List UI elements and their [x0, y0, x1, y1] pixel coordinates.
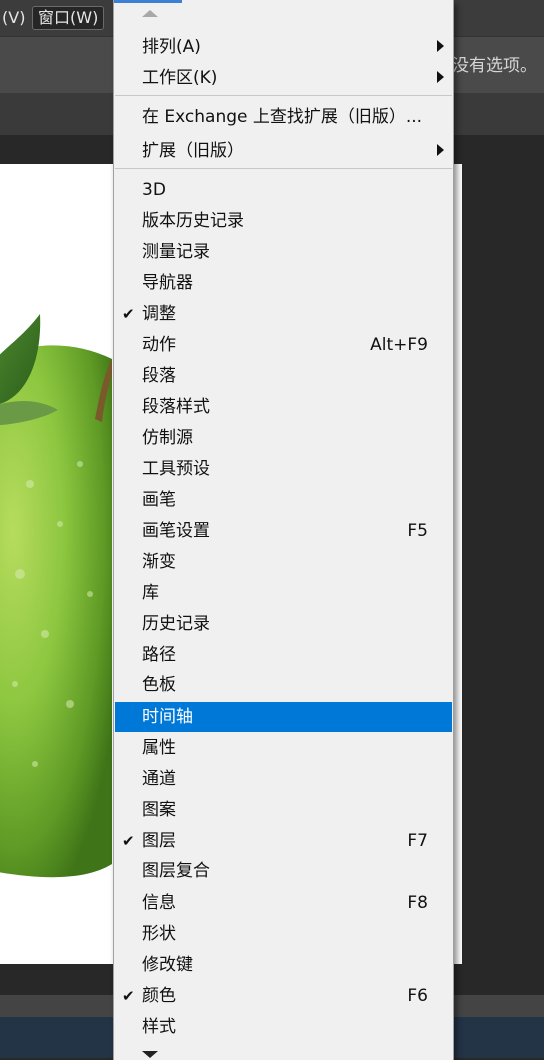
window-menu-dropdown: 排列(A) 工作区(K) 在 Exchange 上查找扩展（旧版）... 扩展（旧版）…	[113, 0, 454, 1060]
menu-item-label: 色板	[142, 675, 176, 695]
menu-item[interactable]: 图案	[115, 795, 452, 825]
menu-item-label: 时间轴	[142, 707, 193, 727]
checkmark-icon: ✔	[122, 832, 135, 850]
menu-item[interactable]: 时间轴	[115, 702, 452, 732]
menu-item-label: 画笔	[142, 490, 176, 510]
menu-item[interactable]: 画笔设置 F5	[115, 516, 452, 546]
menu-view[interactable]: (V)	[0, 6, 29, 30]
menu-item-label: 图案	[142, 800, 176, 820]
menu-item[interactable]: 在 Exchange 上查找扩展（旧版）...	[115, 102, 452, 132]
menu-item-label: 排列(A)	[142, 37, 201, 57]
menu-item[interactable]: 3D	[115, 175, 452, 205]
menu-item[interactable]: ✔ 调整	[115, 299, 452, 329]
menu-item-label: 段落	[142, 366, 176, 386]
menu-item-label: 版本历史记录	[142, 211, 244, 231]
submenu-arrow-icon	[437, 71, 444, 83]
menu-separator	[115, 95, 452, 96]
menu-item-label: 图层复合	[142, 861, 210, 881]
menu-item-label: 库	[142, 583, 159, 603]
menu-item-label: 样式	[142, 1017, 176, 1037]
menu-item[interactable]: 排列(A)	[115, 32, 452, 62]
menu-item[interactable]: 工作区(K)	[115, 63, 452, 93]
menu-item-label: 修改键	[142, 955, 193, 975]
menu-item-label: 属性	[142, 738, 176, 758]
menu-item[interactable]: 通道	[115, 764, 452, 794]
menu-separator	[115, 168, 452, 169]
submenu-arrow-icon	[437, 40, 444, 52]
menu-item[interactable]: 动作 Alt+F9	[115, 330, 452, 360]
menu-item-label: 渐变	[142, 552, 176, 572]
menu-item-shortcut: F8	[407, 893, 428, 913]
menu-item-label: 信息	[142, 893, 176, 913]
menu-item-label: 图层	[142, 831, 176, 851]
checkmark-icon: ✔	[122, 305, 135, 323]
menu-item[interactable]: 仿制源	[115, 423, 452, 453]
menu-item-label: 通道	[142, 769, 176, 789]
menu-item-label: 画笔设置	[142, 521, 210, 541]
menu-item[interactable]: 修改键	[115, 950, 452, 980]
menu-item-label: 测量记录	[142, 242, 210, 262]
menu-item[interactable]: 图层复合	[115, 856, 452, 886]
menu-item[interactable]: 导航器	[115, 268, 452, 298]
menu-item-label: 扩展（旧版）	[142, 141, 244, 161]
checkmark-icon: ✔	[122, 987, 135, 1005]
menu-item-shortcut: Alt+F9	[370, 335, 428, 355]
menu-item[interactable]: 测量记录	[115, 237, 452, 267]
menu-item-label: 动作	[142, 335, 176, 355]
menu-item[interactable]: 路径	[115, 640, 452, 670]
no-options-text: 没有选项。	[452, 56, 537, 76]
menu-item-shortcut: F7	[407, 831, 428, 851]
menu-item[interactable]: 渐变	[115, 547, 452, 577]
menu-item-label: 调整	[142, 304, 176, 324]
menu-item[interactable]: 工具预设	[115, 454, 452, 484]
menu-item-label: 历史记录	[142, 614, 210, 634]
menu-item[interactable]: 信息 F8	[115, 888, 452, 918]
menu-anchor-line	[114, 0, 182, 3]
menu-item[interactable]: 色板	[115, 670, 452, 700]
menu-item-label: 工具预设	[142, 459, 210, 479]
menu-item-label: 工作区(K)	[142, 68, 218, 88]
menu-item[interactable]: ✔ 图层 F7	[115, 826, 452, 856]
menu-item[interactable]: 段落	[115, 361, 452, 391]
menu-item[interactable]: 扩展（旧版）	[115, 136, 452, 166]
scroll-up-arrow-icon[interactable]	[142, 10, 158, 17]
menu-window[interactable]: 窗口(W)	[32, 6, 105, 30]
menu-item[interactable]: 样式	[115, 1012, 452, 1042]
menu-item-shortcut: F5	[407, 521, 428, 541]
menu-item[interactable]: 库	[115, 578, 452, 608]
menu-item-label: 在 Exchange 上查找扩展（旧版）...	[142, 107, 423, 127]
menu-item[interactable]: 属性	[115, 733, 452, 763]
menu-item[interactable]: ✔ 颜色 F6	[115, 981, 452, 1011]
menu-item-label: 颜色	[142, 986, 176, 1006]
menu-item[interactable]: 段落样式	[115, 392, 452, 422]
submenu-arrow-icon	[437, 144, 444, 156]
menu-item-label: 路径	[142, 645, 176, 665]
menu-item-label: 3D	[142, 180, 166, 200]
menu-item-label: 形状	[142, 924, 176, 944]
menu-item-label: 导航器	[142, 273, 193, 293]
menu-item[interactable]: 形状	[115, 919, 452, 949]
menu-item[interactable]: 画笔	[115, 485, 452, 515]
menu-item[interactable]: 历史记录	[115, 609, 452, 639]
menu-item-shortcut: F6	[407, 986, 428, 1006]
scroll-down-arrow-icon[interactable]	[142, 1051, 158, 1058]
menu-item[interactable]: 版本历史记录	[115, 206, 452, 236]
menu-item-label: 仿制源	[142, 428, 193, 448]
menu-item-label: 段落样式	[142, 397, 210, 417]
